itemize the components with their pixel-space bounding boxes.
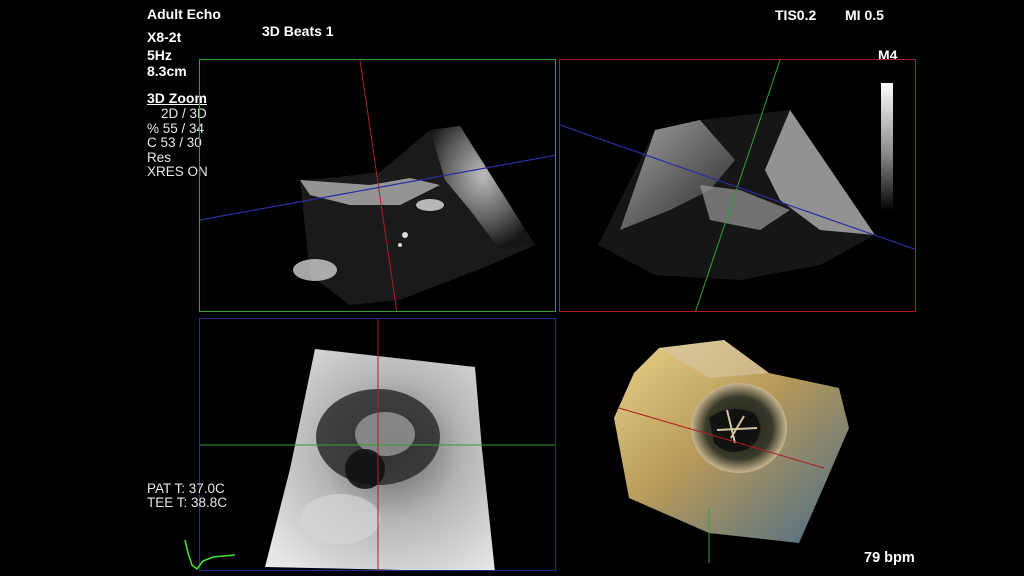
mi-label: MI 0.5: [845, 7, 884, 23]
probe-label: X8-2t: [147, 29, 182, 45]
frequency-label: 5Hz: [147, 47, 172, 63]
volume-render-view[interactable]: [559, 318, 916, 571]
tissue-echo: [398, 243, 402, 247]
tissue-echo: [293, 259, 337, 281]
tee-temp: TEE T: 38.8C: [147, 495, 228, 510]
ecg-trace: [184, 539, 236, 571]
plane-view-red[interactable]: [559, 59, 916, 312]
mode-title: 3D Beats 1: [262, 23, 334, 39]
heart-rate: 79 bpm: [864, 550, 915, 566]
plane-view-green[interactable]: [199, 59, 556, 312]
depth-label: 8.3cm: [147, 63, 187, 79]
tissue-echo: [300, 494, 380, 544]
tis-label: TIS0.2: [775, 7, 817, 23]
plane-view-blue[interactable]: [199, 318, 556, 571]
valve-orifice: [345, 449, 385, 489]
preset-label: Adult Echo: [147, 6, 221, 22]
tissue-echo: [402, 232, 408, 238]
tissue-echo: [416, 199, 444, 211]
